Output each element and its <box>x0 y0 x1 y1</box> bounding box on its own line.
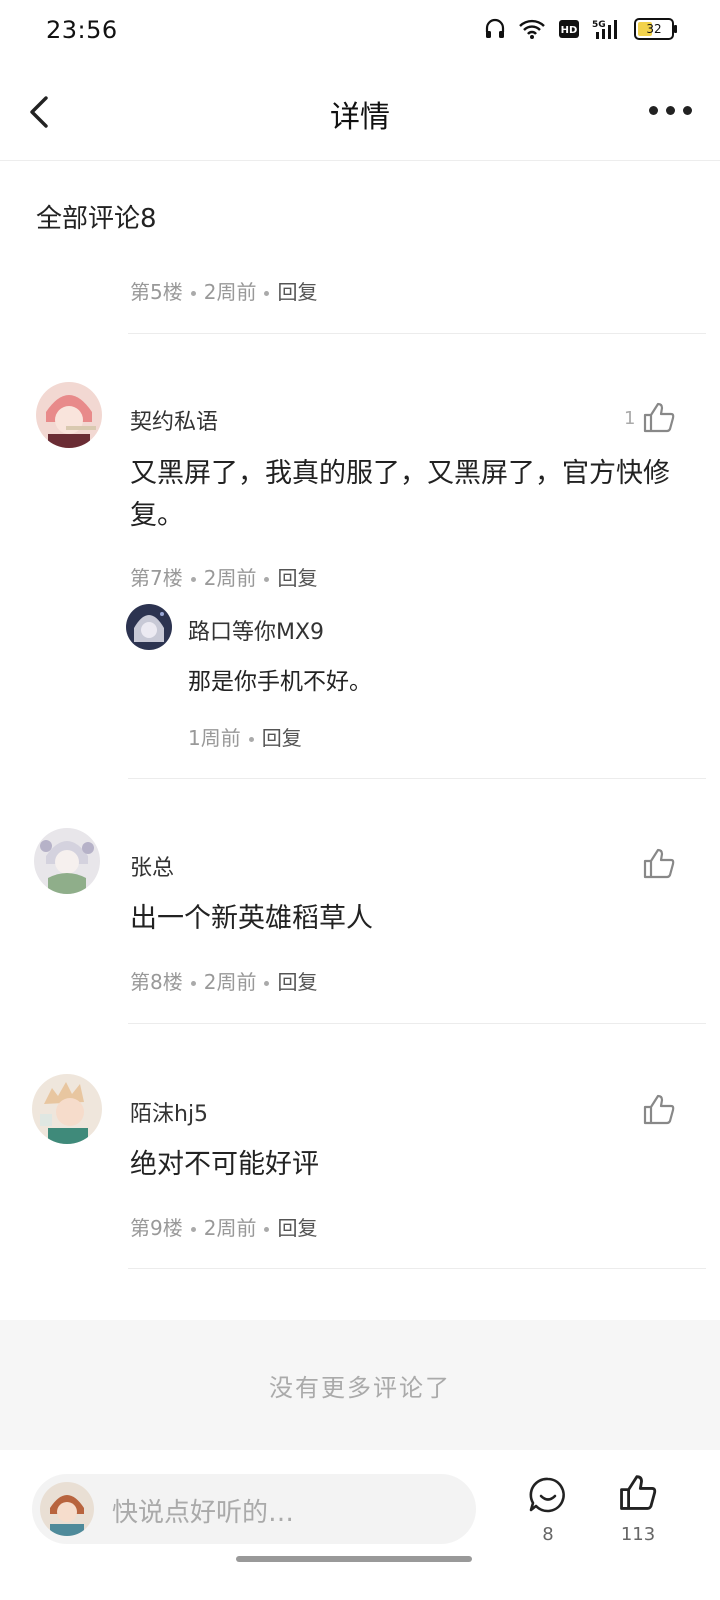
header: 详情 <box>0 64 720 161</box>
comment-meta: 第7楼 2周前 回复 <box>130 562 317 591</box>
time-label: 2周前 <box>203 566 257 590</box>
comment-text: 出一个新英雄稻草人 <box>130 903 373 934</box>
comment-username[interactable]: 契约私语 <box>130 404 218 436</box>
comments-count-title: 全部评论8 <box>36 204 157 234</box>
thumbs-up-icon[interactable] <box>618 1472 658 1512</box>
reply-button[interactable]: 回复 <box>277 970 317 994</box>
hd-icon: HD <box>559 20 579 38</box>
reply-username[interactable]: 路口等你MX9 <box>188 614 324 646</box>
no-more-comments: 没有更多评论了 <box>0 1320 720 1450</box>
divider <box>128 333 706 334</box>
home-indicator[interactable] <box>236 1556 472 1562</box>
battery-icon: 32 <box>634 18 677 40</box>
comment-text: 又黑屏了，我真的服了，又黑屏了，官方快修复。 <box>130 458 670 531</box>
reply-avatar[interactable] <box>126 604 172 650</box>
comment-meta: 第8楼 2周前 回复 <box>130 966 317 995</box>
reply-button[interactable]: 回复 <box>277 1216 317 1240</box>
page-title: 详情 <box>330 100 390 135</box>
time-label: 1周前 <box>188 726 241 750</box>
avatar[interactable] <box>32 1074 102 1144</box>
more-options-icon[interactable] <box>649 106 692 115</box>
my-avatar <box>40 1482 94 1536</box>
time-label: 2周前 <box>203 1216 257 1240</box>
thumbs-up-icon[interactable] <box>642 1092 676 1126</box>
status-time: 23:56 <box>46 16 118 44</box>
svg-text:HD: HD <box>561 25 578 36</box>
status-icons: HD 5G 32 <box>484 18 677 40</box>
comment-meta: 第9楼 2周前 回复 <box>130 1212 317 1241</box>
comment-input[interactable]: 快说点好听的… <box>32 1474 476 1544</box>
wifi-icon <box>519 19 545 39</box>
reply-button[interactable]: 回复 <box>277 280 317 304</box>
thumbs-up-icon[interactable] <box>642 400 676 434</box>
avatar[interactable] <box>36 382 102 448</box>
reply-meta: 1周前 回复 <box>188 722 302 751</box>
floor-label: 第5楼 <box>130 280 183 304</box>
battery-level: 32 <box>646 22 662 36</box>
reply-text: 那是你手机不好。 <box>188 669 372 695</box>
reply-button[interactable]: 回复 <box>262 726 302 750</box>
floor-label: 第7楼 <box>130 566 183 590</box>
comment-icon[interactable] <box>528 1476 568 1516</box>
svg-text:5G: 5G <box>592 20 606 30</box>
time-label: 2周前 <box>203 280 257 304</box>
reply-button[interactable]: 回复 <box>277 566 317 590</box>
comment-username[interactable]: 陌沫hj5 <box>130 1096 208 1128</box>
thumbs-up-icon[interactable] <box>642 846 676 880</box>
avatar[interactable] <box>34 828 100 894</box>
comment-input-placeholder[interactable]: 快说点好听的… <box>112 1492 294 1529</box>
signal-5g-icon: 5G <box>592 20 617 39</box>
divider <box>128 1023 706 1024</box>
like-count: 1 <box>624 408 636 429</box>
divider <box>128 778 706 779</box>
comment-username[interactable]: 张总 <box>130 850 174 882</box>
headphone-icon <box>485 18 505 38</box>
floor-label: 第9楼 <box>130 1216 183 1240</box>
bottom-bar: 快说点好听的… 8 113 <box>0 1452 720 1600</box>
divider <box>128 1268 706 1269</box>
comment-count: 8 <box>542 1524 554 1545</box>
time-label: 2周前 <box>203 970 257 994</box>
like-count: 113 <box>620 1524 656 1545</box>
comment-text: 绝对不可能好评 <box>130 1149 319 1180</box>
floor-label: 第8楼 <box>130 970 183 994</box>
comment-meta: 第5楼 2周前 回复 <box>130 276 317 305</box>
